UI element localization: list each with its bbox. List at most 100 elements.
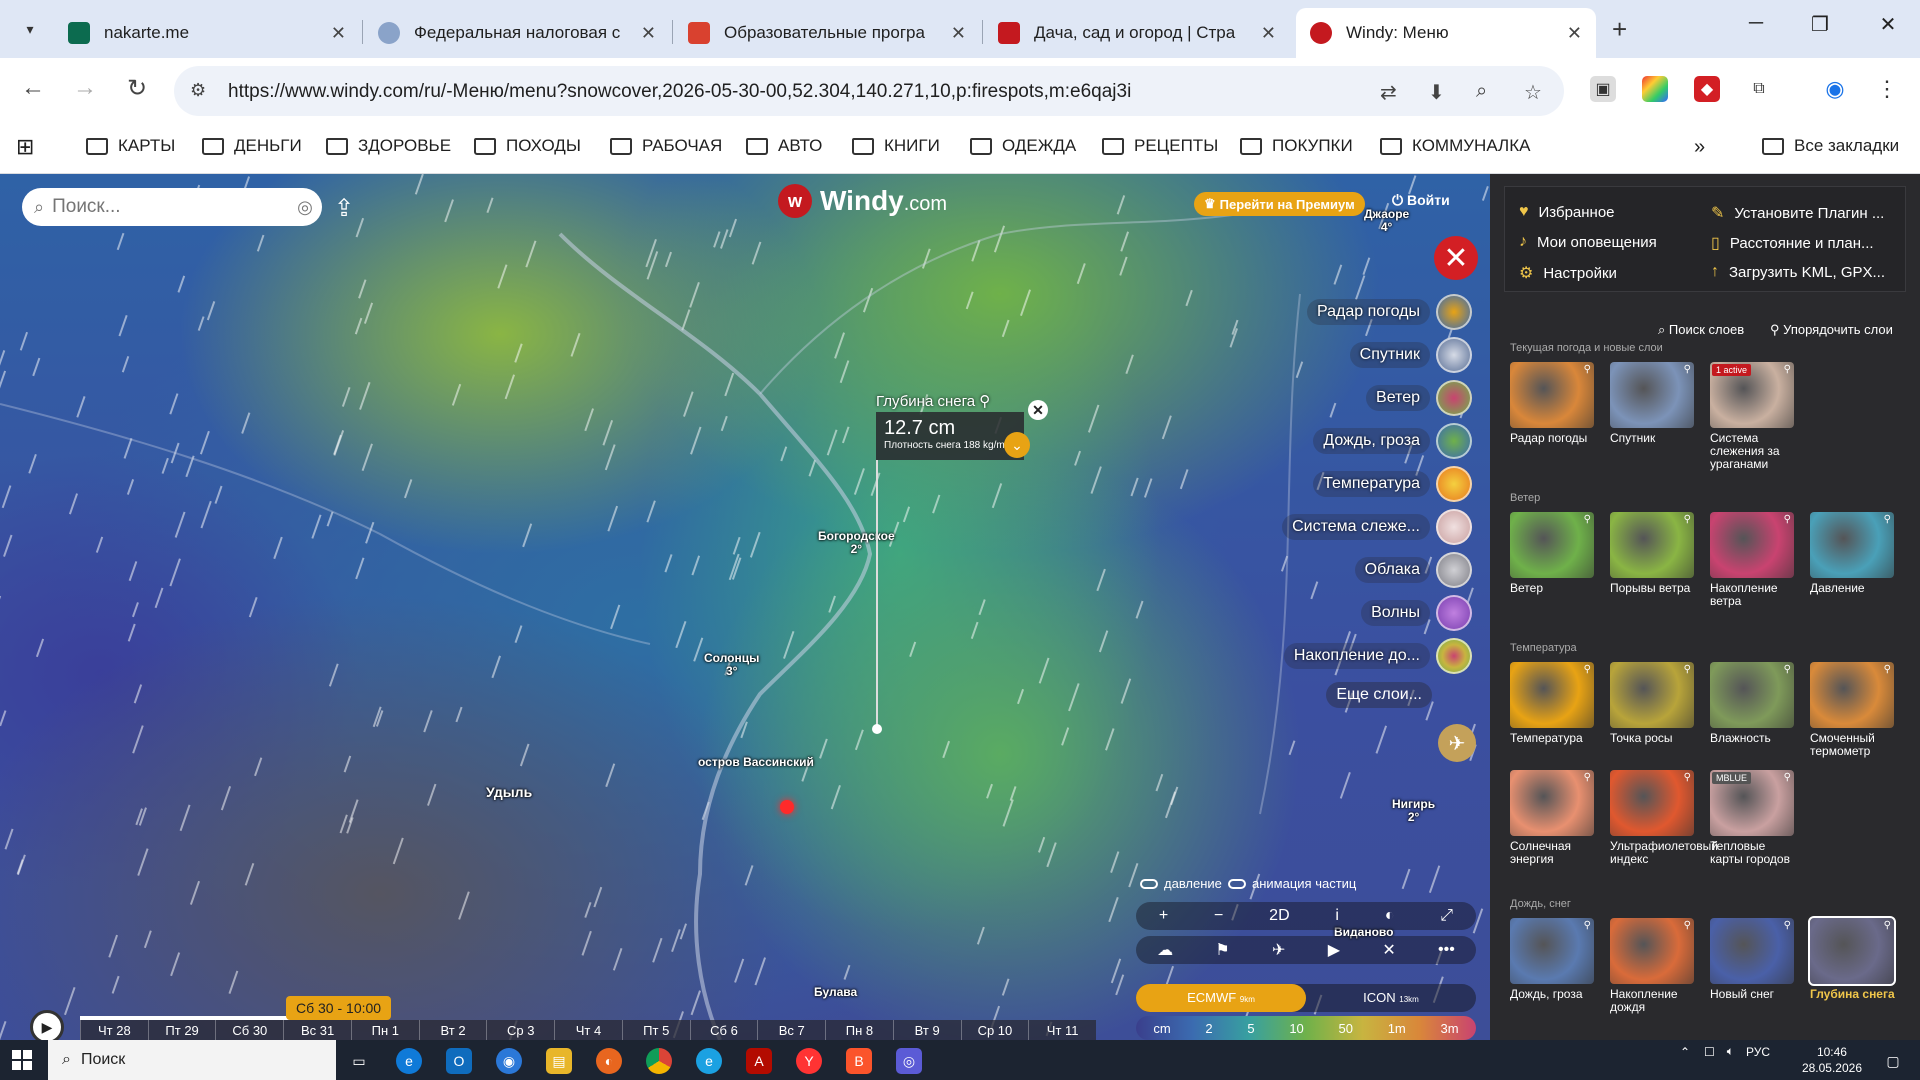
outlook-icon[interactable]: O (446, 1048, 472, 1074)
layer-tile[interactable]: ⚲ Влажность (1710, 662, 1796, 745)
timeline-day[interactable]: Вт 9 (892, 1020, 961, 1040)
pin-icon[interactable]: ⚲ (1884, 664, 1891, 675)
view-2d-button[interactable]: 2D (1269, 907, 1289, 925)
premium-button[interactable]: ♛ Перейти на Премиум (1194, 192, 1365, 216)
timeline-day[interactable]: Чт 4 (554, 1020, 622, 1040)
layer-rain-accumulation[interactable]: Накопление до... (1283, 638, 1472, 674)
address-bar[interactable]: ⚙ https://www.windy.com/ru/-Меню/menu?sn… (174, 66, 1564, 116)
close-tab-icon[interactable]: ✕ (1261, 23, 1276, 44)
layer-satellite[interactable]: Спутник (1349, 337, 1472, 373)
layer-tile[interactable]: ⚲ Точка росы (1610, 662, 1696, 745)
flag-icon[interactable]: ⚑ (1215, 940, 1229, 960)
brave-icon[interactable]: B (846, 1048, 872, 1074)
distance-link[interactable]: ▯ Расстояние и план... (1711, 233, 1874, 253)
layer-hurricane[interactable]: Система слеже... (1282, 509, 1472, 545)
layer-tile[interactable]: ⚲ Ветер (1510, 512, 1596, 595)
pin-icon[interactable]: ⚲ (1784, 364, 1791, 375)
more-icon[interactable]: ••• (1438, 941, 1455, 959)
timeline-day[interactable]: Вс 7 (757, 1020, 825, 1040)
close-tab-icon[interactable]: ✕ (1567, 23, 1582, 44)
windy-logo[interactable]: w Windy .com (778, 184, 947, 218)
close-tab-icon[interactable]: ✕ (951, 23, 966, 44)
timeline-day[interactable]: Вс 31 (283, 1020, 351, 1040)
pin-icon[interactable]: ⚲ (1584, 664, 1591, 675)
arrange-layers-link[interactable]: ⚲ Упорядочить слои (1770, 322, 1893, 338)
back-button[interactable]: ← (16, 74, 50, 102)
volume-icon[interactable]: 🔈︎ (1727, 1044, 1734, 1059)
layer-tile[interactable]: ⚲ Давление (1810, 512, 1896, 595)
layer-tile[interactable]: ⚲ Ультрафиолетовый индекс (1610, 770, 1718, 866)
layer-tile[interactable]: ⚲ Смоченный термометр (1810, 662, 1896, 758)
app-icon[interactable]: ◎ (896, 1048, 922, 1074)
bookmark-folder[interactable]: АВТО (746, 136, 822, 156)
layer-tile[interactable]: MBLUE ⚲ Тепловые карты городов (1710, 770, 1796, 866)
url-text[interactable]: https://www.windy.com/ru/-Меню/menu?snow… (228, 81, 1131, 103)
layer-tile[interactable]: ⚲ Глубина снега (1808, 916, 1896, 1001)
close-window-button[interactable]: ✕ (1868, 12, 1908, 37)
new-tab-button[interactable]: + (1612, 14, 1627, 45)
layer-tile[interactable]: ⚲ Радар погоды (1510, 362, 1596, 445)
internet-explorer-icon[interactable]: e (696, 1048, 722, 1074)
locate-icon[interactable]: ◎ (297, 197, 313, 218)
tab-dacha[interactable]: Дача, сад и огород | Стра ✕ (984, 8, 1290, 58)
acrobat-icon[interactable]: A (746, 1048, 772, 1074)
timeline-day[interactable]: Ср 3 (486, 1020, 554, 1040)
play-button[interactable]: ▶ (30, 1010, 64, 1040)
layer-tile[interactable]: ⚲ Накопление дождя (1610, 918, 1696, 1014)
install-app-icon[interactable]: ⬇ (1428, 80, 1445, 105)
bookmark-folder[interactable]: РАБОЧАЯ (610, 136, 722, 156)
chevron-up-icon[interactable]: ⌃ (1680, 1045, 1690, 1059)
pin-icon[interactable]: ⚲ (1784, 772, 1791, 783)
tab-search-button[interactable]: ▾ (14, 13, 46, 45)
timeline-day[interactable]: Ср 10 (960, 1020, 1029, 1040)
share-upload-icon[interactable]: ⇪ (334, 194, 354, 223)
timeline-day[interactable]: Пн 8 (825, 1020, 893, 1040)
menu-kebab-icon[interactable]: ⋮ (1874, 76, 1900, 102)
pin-icon[interactable]: ⚲ (1684, 772, 1691, 783)
layer-tile[interactable]: ⚲ Солнечная энергия (1510, 770, 1596, 866)
tab-programs[interactable]: Образовательные програ ✕ (674, 8, 980, 58)
pin-icon[interactable]: ⚲ (1684, 514, 1691, 525)
bookmark-folder[interactable]: КАРТЫ (86, 136, 175, 156)
bookmark-folder[interactable]: ОДЕЖДА (970, 136, 1076, 156)
zoom-out-button[interactable]: − (1214, 907, 1223, 925)
weather-map[interactable]: ⌕ ◎ ⇪ w Windy .com ♛Перейти на Премиум ⏻… (0, 174, 1490, 1040)
favorites-link[interactable]: ♥ Избранное (1519, 203, 1615, 221)
more-bookmarks-icon[interactable]: » (1694, 136, 1705, 159)
timeline-day[interactable]: Чт 11 (1028, 1020, 1096, 1040)
fullscreen-icon[interactable]: ⤢ (1440, 907, 1453, 925)
pin-icon[interactable]: ⚲ (1684, 664, 1691, 675)
extensions-puzzle-icon[interactable]: ⧉ (1746, 76, 1772, 102)
forward-button[interactable]: → (68, 74, 102, 102)
layer-waves[interactable]: Волны (1361, 595, 1472, 631)
site-info-icon[interactable]: ⚙ (190, 80, 206, 101)
color-scale-legend[interactable]: cm 2 5 10 50 1m 3m (1136, 1016, 1476, 1040)
pin-icon[interactable]: ⚲ (1584, 514, 1591, 525)
windows-start-icon[interactable] (12, 1050, 32, 1070)
network-icon[interactable]: ☐ (1704, 1045, 1715, 1059)
layer-temperature[interactable]: Температура (1313, 466, 1472, 502)
maximize-button[interactable]: ❐ (1800, 12, 1840, 37)
close-tab-icon[interactable]: ✕ (331, 23, 346, 44)
timeline-day[interactable]: Чт 28 (80, 1020, 148, 1040)
bookmark-star-icon[interactable]: ☆ (1524, 80, 1542, 105)
pin-icon[interactable]: ⚲ (1584, 364, 1591, 375)
layer-tile[interactable]: ⚲ Порывы ветра (1610, 512, 1696, 595)
model-icon[interactable]: ICON 13km (1306, 984, 1476, 1012)
layer-clouds[interactable]: Облака (1354, 552, 1472, 588)
extension-2-icon[interactable] (1642, 76, 1668, 102)
pressure-toggle[interactable]: давление (1140, 876, 1222, 891)
pin-icon[interactable]: ⚲ (1584, 772, 1591, 783)
yandex-icon[interactable]: Y (796, 1048, 822, 1074)
theme-icon[interactable]: ◐ (1385, 907, 1395, 925)
pin-icon[interactable]: ⚲ (1684, 364, 1691, 375)
search-layers-link[interactable]: ⌕ Поиск слоев (1658, 322, 1744, 338)
timeline-current-time[interactable]: Сб 30 - 10:00 (286, 996, 392, 1020)
model-ecmwf[interactable]: ECMWF 9km (1136, 984, 1306, 1012)
fire-spot-marker[interactable] (780, 800, 794, 814)
layer-tile[interactable]: ⚲ Новый снег (1710, 918, 1796, 1001)
timeline-day[interactable]: Пт 29 (147, 1020, 216, 1040)
search-box[interactable]: ⌕ ◎ (22, 188, 322, 226)
zoom-icon[interactable]: ⌕ (1476, 80, 1487, 103)
reload-button[interactable]: ↻ (120, 74, 154, 103)
